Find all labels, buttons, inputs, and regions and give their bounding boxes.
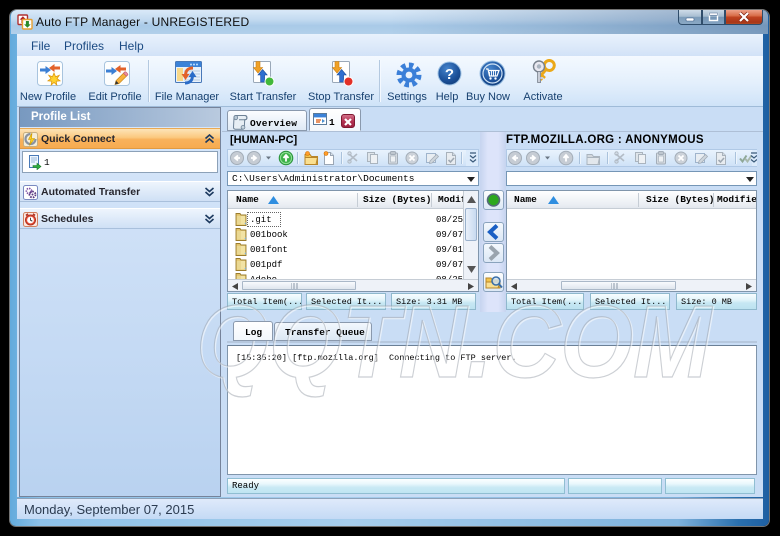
svg-text:?: ?	[445, 66, 454, 83]
